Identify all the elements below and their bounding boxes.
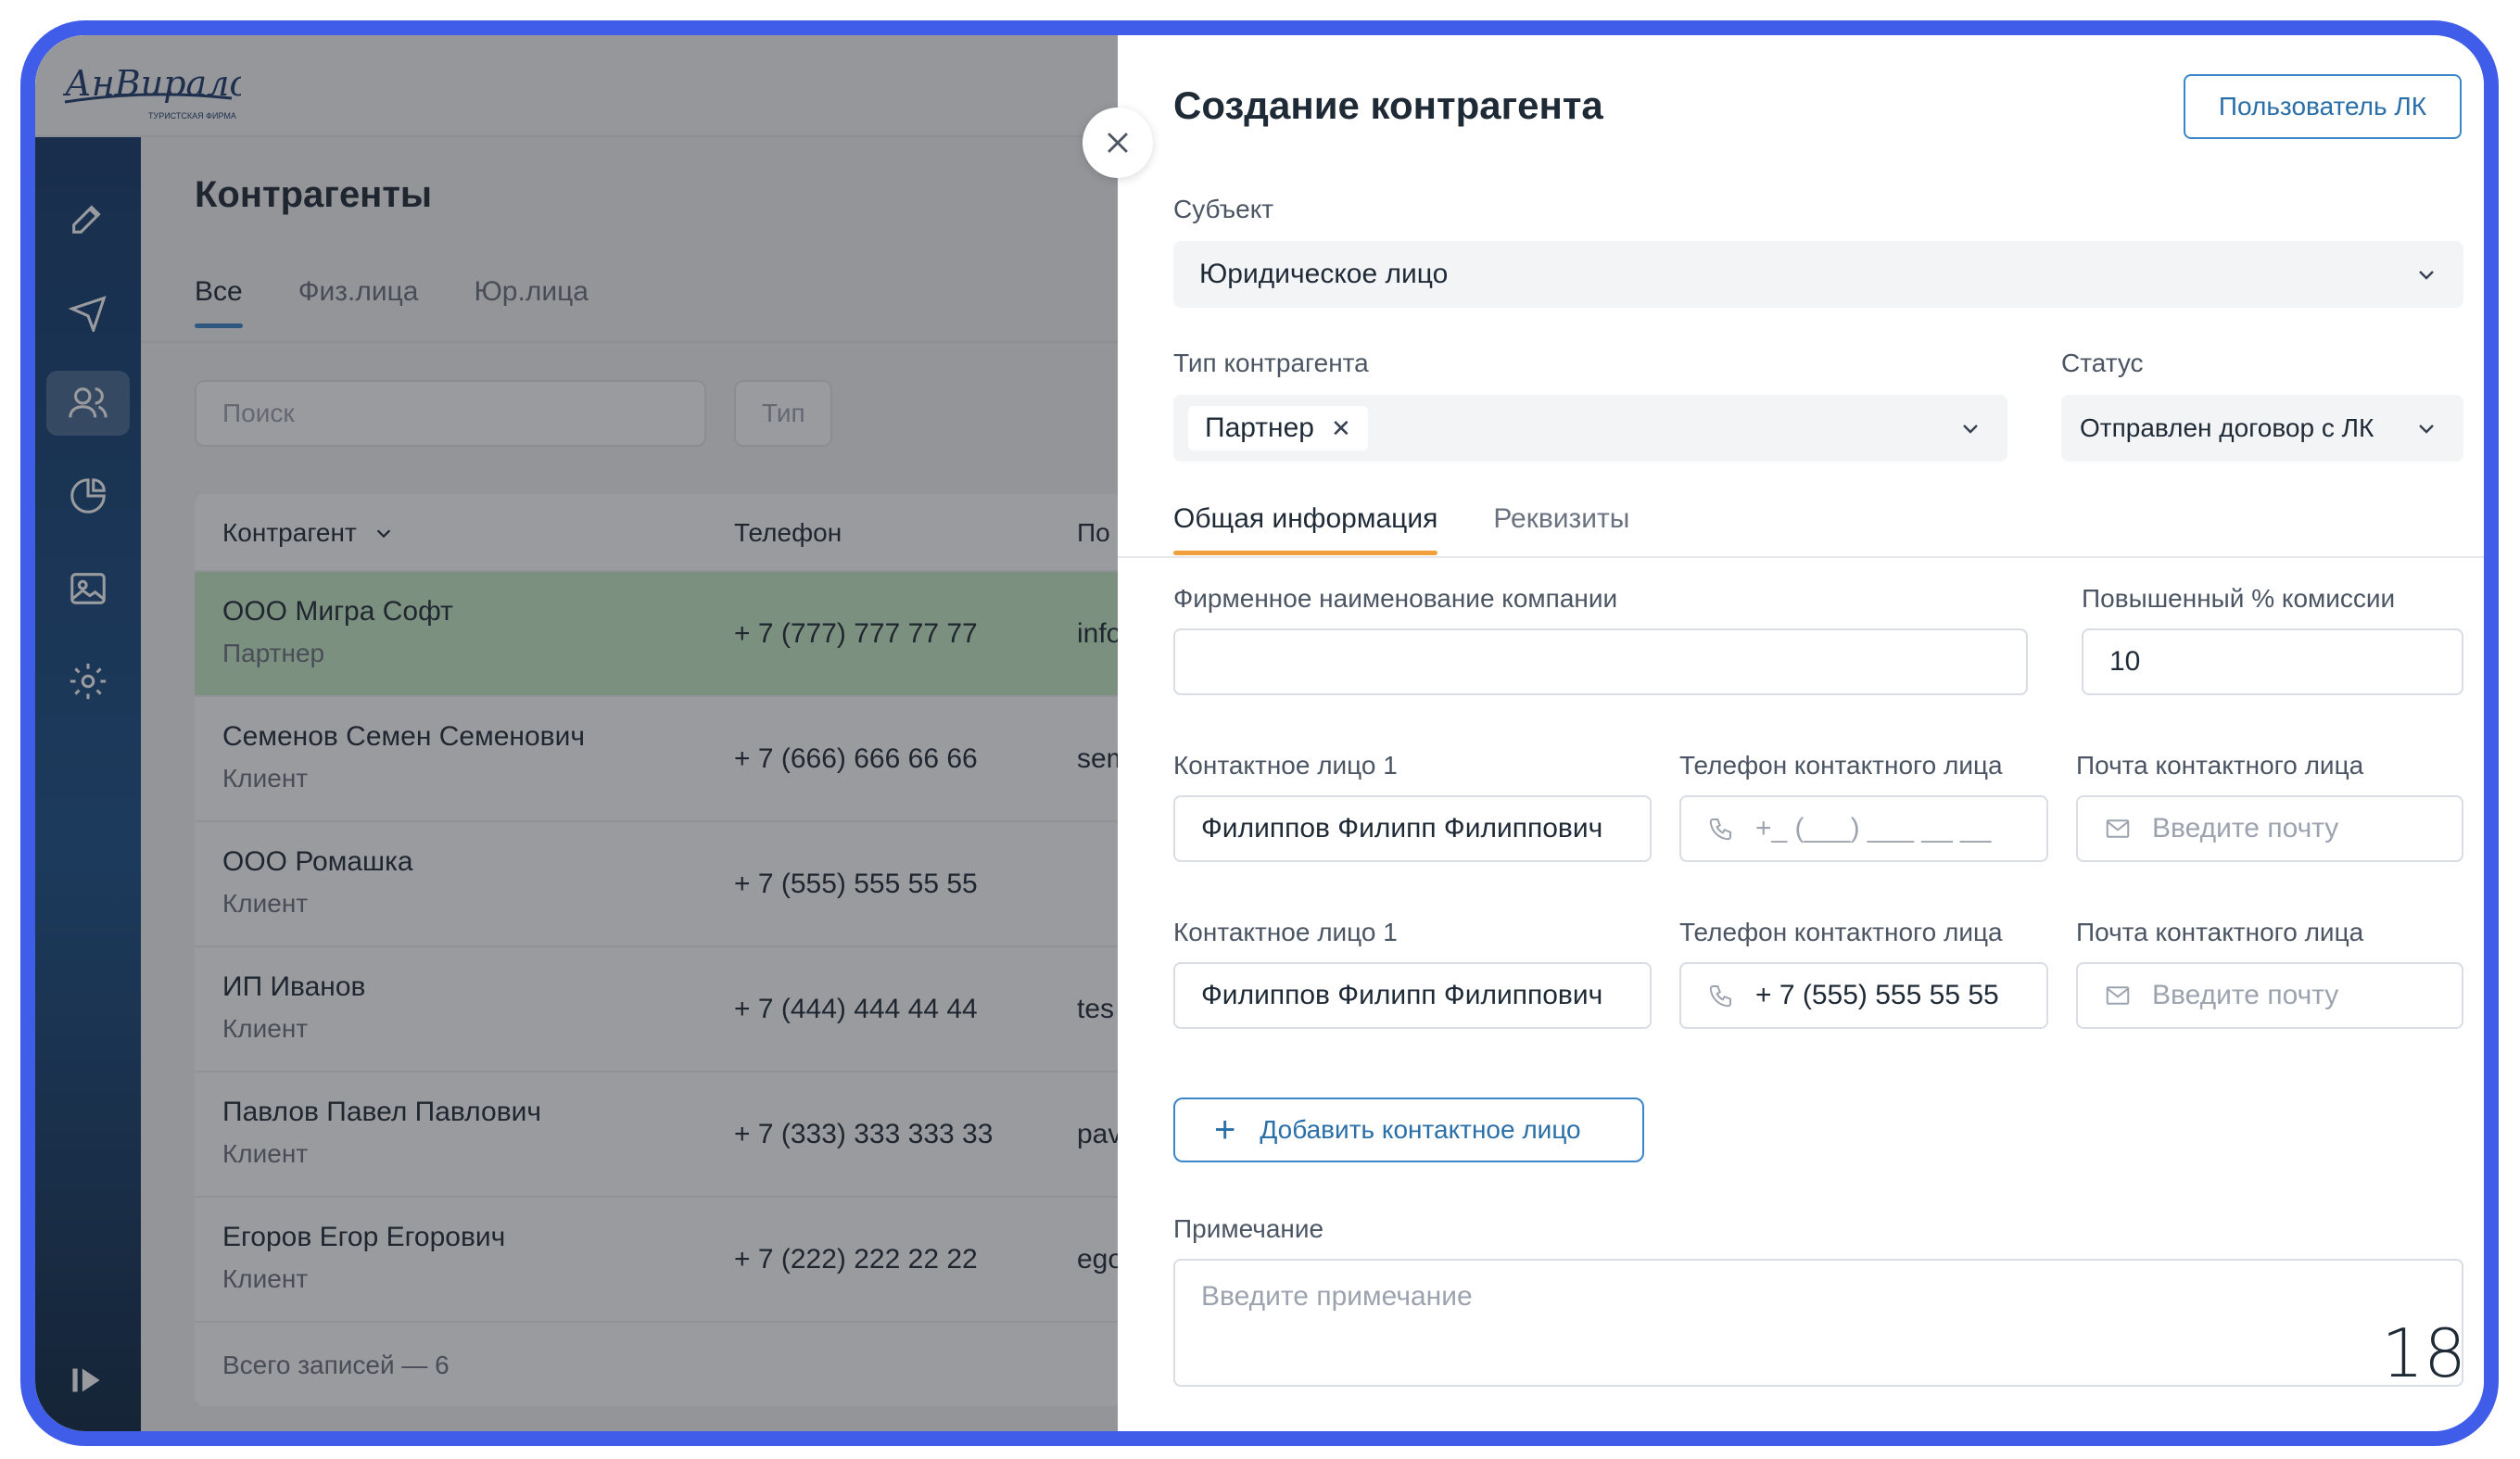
add-contact-button[interactable]: + Добавить контактное лицо	[1173, 1097, 1644, 1162]
company-name-label: Фирменное наименование компании	[1173, 584, 1618, 613]
plus-icon: +	[1214, 1110, 1236, 1150]
contact-email-input[interactable]: Введите почту	[2076, 962, 2463, 1029]
counterparty-type-select[interactable]: Партнер ✕	[1173, 395, 2007, 462]
drawer-tabs-divider	[1118, 556, 2484, 558]
contact-phone-input[interactable]: +_ (___) ___ __ __	[1679, 795, 2048, 862]
subject-value: Юридическое лицо	[1199, 259, 1449, 289]
commission-value: 10	[2109, 646, 2141, 677]
counterparties-app: АнВирало ТУРИСТСКАЯ ФИРМА Контрагенты Вс…	[35, 35, 1130, 1431]
note-textarea[interactable]: Введите примечание	[1173, 1259, 2463, 1387]
create-counterparty-drawer: Создание контрагента Пользователь ЛК Суб…	[1118, 35, 2484, 1431]
remove-chip-icon[interactable]: ✕	[1331, 414, 1351, 443]
type-chip-label: Партнер	[1205, 412, 1314, 443]
add-contact-label: Добавить контактное лицо	[1260, 1115, 1581, 1144]
contact-phone-label: Телефон контактного лица	[1679, 751, 2003, 780]
contact-phone-value: + 7 (555) 555 55 55	[1755, 980, 1999, 1010]
counterparty-type-label: Тип контрагента	[1173, 349, 1369, 377]
subject-select[interactable]: Юридическое лицо	[1173, 241, 2463, 308]
contact-email-placeholder: Введите почту	[2152, 980, 2339, 1010]
phone-icon	[1709, 985, 1731, 1008]
contact-person-value: Филиппов Филипп Филиппович	[1201, 980, 1603, 1010]
mail-icon	[2106, 986, 2130, 1005]
mail-icon	[2106, 819, 2130, 838]
close-icon	[1108, 133, 1128, 153]
note-label: Примечание	[1173, 1214, 1324, 1243]
type-chip: Партнер ✕	[1188, 406, 1368, 450]
contact-person-input[interactable]: Филиппов Филипп Филиппович	[1173, 795, 1652, 862]
reg-agent-label: Реестровый номер агента	[1837, 1435, 2150, 1446]
chevron-down-icon	[2419, 271, 2434, 280]
screenshot-frame: АнВирало ТУРИСТСКАЯ ФИРМА Контрагенты Вс…	[20, 20, 2499, 1446]
status-value: Отправлен договор с ЛК	[2080, 413, 2374, 442]
contact-email-input[interactable]: Введите почту	[2076, 795, 2463, 862]
contact-person-label: Контактное лицо 1	[1173, 918, 1398, 946]
chevron-down-icon	[1963, 425, 1978, 434]
contact-person-label: Контактное лицо 1	[1173, 751, 1398, 780]
note-placeholder: Введите примечание	[1201, 1281, 1473, 1312]
tab-requisites[interactable]: Реквизиты	[1493, 503, 1629, 535]
contact-email-label: Почта контактного лица	[2076, 918, 2364, 946]
commission-label: Повышенный % комиссии	[2082, 584, 2396, 613]
contact-phone-input[interactable]: + 7 (555) 555 55 55	[1679, 962, 2048, 1029]
drawer-title: Создание контрагента	[1173, 83, 1603, 127]
contact-person-input[interactable]: Филиппов Филипп Филиппович	[1173, 962, 1652, 1029]
lk-user-button[interactable]: Пользователь ЛК	[2184, 74, 2462, 139]
reg-operator-label: Реестровый номер туроператора	[1173, 1435, 1575, 1446]
contact-phone-placeholder: +_ (___) ___ __ __	[1755, 813, 1992, 844]
subject-label: Субъект	[1173, 195, 1274, 223]
drawer-tabs: Общая информация Реквизиты	[1173, 503, 1629, 555]
slide-number: 18	[2381, 1314, 2466, 1392]
company-name-input[interactable]	[1173, 628, 2028, 695]
commission-input[interactable]: 10	[2082, 628, 2463, 695]
phone-icon	[1709, 818, 1731, 841]
contact-email-label: Почта контактного лица	[2076, 751, 2364, 780]
chevron-down-icon	[2419, 425, 2434, 434]
contact-phone-label: Телефон контактного лица	[1679, 918, 2003, 946]
contact-email-placeholder: Введите почту	[2152, 813, 2339, 844]
status-label: Статус	[2061, 349, 2144, 377]
status-select[interactable]: Отправлен договор с ЛК	[2061, 395, 2463, 462]
close-drawer-button[interactable]	[1083, 108, 1153, 178]
contact-person-value: Филиппов Филипп Филиппович	[1201, 813, 1603, 844]
modal-overlay[interactable]	[35, 35, 1118, 1431]
tab-general-info[interactable]: Общая информация	[1173, 503, 1438, 555]
